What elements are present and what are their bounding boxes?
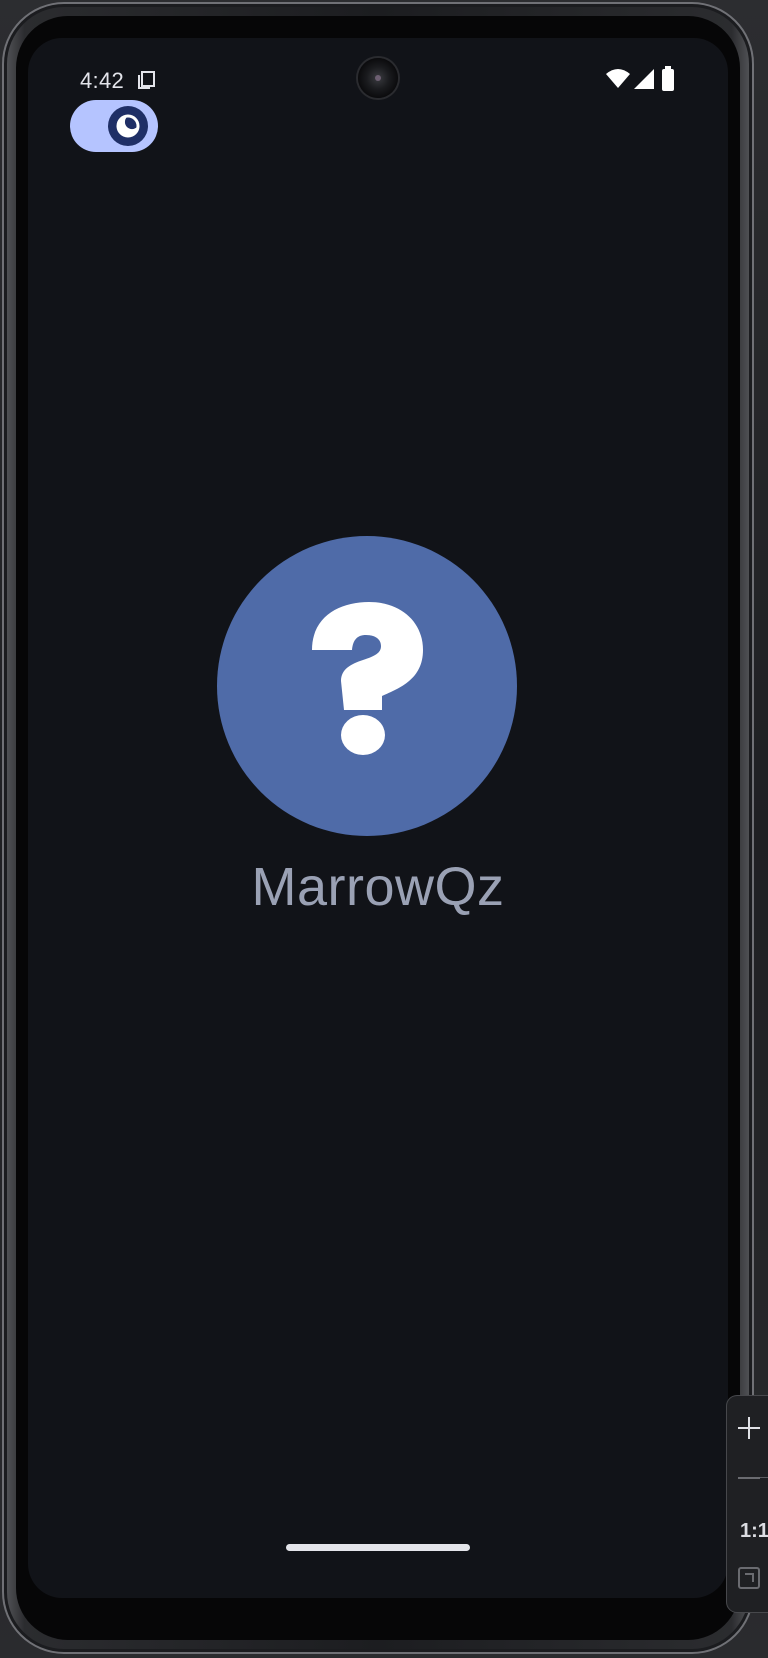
phone-screen: 4:42 MarrowQz: [28, 38, 728, 1598]
sim-card-icon: [138, 71, 155, 89]
status-time: 4:42: [80, 68, 125, 93]
zoom-reset-button[interactable]: 1:1: [727, 1508, 768, 1552]
app-logo: [217, 536, 517, 836]
theme-toggle[interactable]: [70, 100, 158, 152]
plus-icon: [738, 1417, 760, 1439]
front-camera: [358, 58, 398, 98]
battery-icon: [662, 66, 674, 91]
zoom-out-button[interactable]: [727, 1456, 768, 1500]
wifi-icon: [606, 69, 630, 88]
app-name: MarrowQz: [251, 857, 505, 917]
emulator-zoom-toolbar: 1:1: [727, 1396, 768, 1612]
toggle-knob: [108, 106, 148, 146]
moon-icon: [116, 114, 140, 138]
home-indicator[interactable]: [286, 1544, 470, 1551]
emulator-window: 4:42 MarrowQz 1:1: [0, 0, 768, 1658]
fit-screen-button[interactable]: [727, 1556, 768, 1600]
question-mark-icon: [312, 602, 423, 755]
signal-icon: [634, 69, 654, 89]
zoom-reset-label: 1:1: [740, 1520, 768, 1542]
zoom-in-button[interactable]: [727, 1406, 768, 1450]
minus-icon: [738, 1477, 760, 1479]
fit-screen-icon: [738, 1567, 760, 1589]
